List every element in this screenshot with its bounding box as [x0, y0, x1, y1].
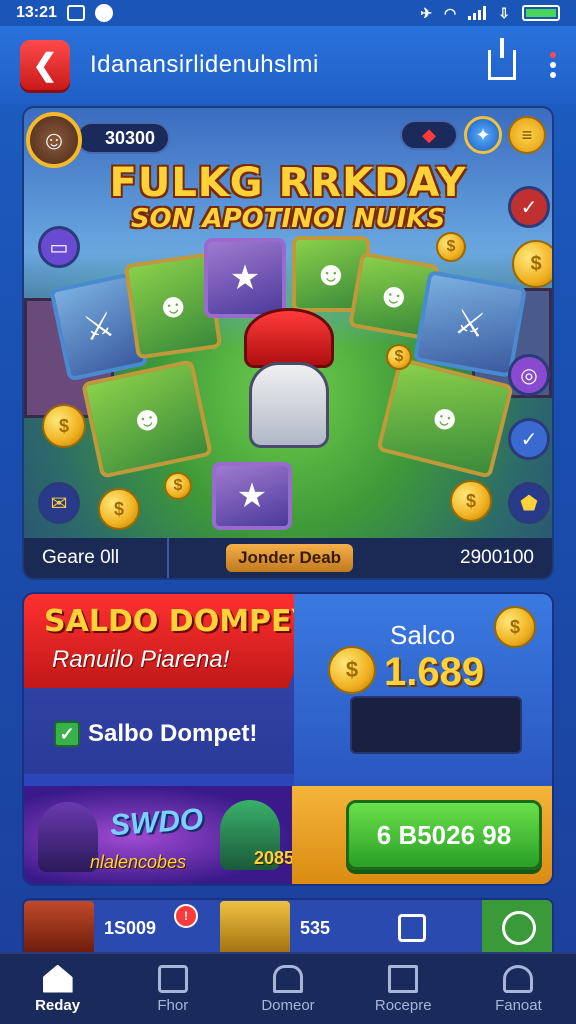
user-icon — [503, 964, 534, 993]
promo-tag: 2085 — [254, 848, 292, 868]
hero-subtitle: SON APOTINOI NUIKS — [130, 204, 446, 234]
saldo-label: Salco — [390, 620, 456, 650]
offer-item-1[interactable]: 1S009 ! — [24, 900, 210, 952]
airplane-icon: ✈ — [420, 4, 433, 21]
more-options-icon[interactable] — [550, 52, 556, 78]
nav-item-fhor[interactable]: Fhor — [115, 954, 230, 1024]
nav-label: Domeor — [261, 996, 315, 1014]
coin-icon: $ — [386, 344, 412, 370]
offer-item-4[interactable] — [482, 900, 552, 952]
offer-value: 535 — [300, 917, 331, 938]
map-icon — [388, 964, 419, 993]
house-icon — [273, 964, 303, 993]
saldo-ribbon-title: SALDO DOMPEY — [44, 604, 314, 639]
promo-character-left — [38, 802, 98, 872]
signal-icon — [468, 6, 487, 20]
coin-icon: $ — [436, 232, 466, 262]
coin-icon: $ — [328, 646, 376, 694]
chevron-left-icon: ❮ — [32, 48, 58, 82]
saldo-checkbox-row[interactable]: ✓ Salbo Dompet! — [54, 720, 257, 748]
coin-icon: $ — [512, 240, 552, 288]
hero-footer: Geare 0ll Jonder Deab 2900100 — [24, 538, 552, 578]
wifi-icon: ◠ — [444, 4, 457, 21]
hero-footer-button[interactable]: Jonder Deab — [226, 544, 354, 572]
hero-title: FULKG RRKDAY — [109, 160, 467, 206]
status-time: 13:21 — [16, 4, 57, 21]
reward-icon[interactable]: ✓ — [508, 186, 550, 228]
saldo-balance-box: $ $ Salco 1.689 — [294, 594, 552, 786]
offer-thumbnail — [220, 901, 290, 952]
checkmark-icon: ✓ — [54, 721, 80, 747]
back-button[interactable]: ❮ — [20, 40, 70, 90]
menu-icon: ≡ — [521, 124, 533, 145]
nav-item-fanoat[interactable]: Fanoat — [461, 954, 576, 1024]
boost-icon: ✦ — [475, 124, 491, 145]
shield-icon[interactable]: ⬟ — [508, 482, 550, 524]
nav-label: Fanoat — [495, 996, 542, 1014]
battery-icon — [522, 5, 560, 21]
nav-item-rocepre[interactable]: Rocepre — [346, 954, 461, 1024]
offer-value: 1S009 — [104, 917, 157, 938]
score-pill: 30300 — [76, 122, 170, 154]
avatar-icon: ☺ — [40, 124, 68, 155]
camera-icon — [157, 964, 188, 993]
coin-icon: $ — [450, 480, 492, 522]
footer-divider — [167, 538, 169, 578]
nav-label: Reday — [35, 996, 81, 1014]
saldo-panel: ✓ Salbo Dompet! SALDO DOMPEY Ranuilo Pia… — [22, 592, 554, 886]
gallery-icon — [66, 5, 85, 21]
coin-icon: $ — [494, 606, 536, 648]
app-header: ❮ Idanansirlidenuhslmi — [0, 26, 576, 104]
cta-button[interactable]: 6 B5026 98 — [346, 800, 542, 870]
offers-strip: 1S009 ! 535 — [22, 898, 554, 954]
hero-character — [234, 308, 344, 458]
promo-title: SWDO — [108, 802, 205, 843]
saldo-ribbon-subtitle: Ranuilo Piarena! — [52, 646, 230, 673]
character-card: ★ — [204, 238, 286, 318]
saldo-amount-input[interactable] — [350, 696, 522, 754]
download-icon: ⇩ — [498, 4, 510, 21]
saldo-check-label: Salbo Dompet! — [88, 720, 258, 747]
nav-label: Rocepre — [374, 996, 432, 1014]
timer-icon — [502, 911, 536, 945]
saldo-value: 1.689 — [384, 650, 485, 694]
coin-icon: $ — [98, 488, 140, 530]
hero-banner[interactable]: 30300 ☺ ◆ ✦ ≡ FULKG RRKDAY SON APOTINOI … — [22, 106, 554, 580]
offer-thumbnail — [24, 901, 94, 952]
offer-item-3[interactable] — [384, 900, 494, 952]
home-icon — [42, 964, 73, 993]
offer-item-2[interactable]: 535 — [220, 900, 370, 952]
check-badge-icon[interactable]: ✓ — [508, 418, 550, 460]
promo-banner[interactable]: SWDO nlalencobes 2085 — [24, 786, 292, 884]
boost-button[interactable]: ✦ — [464, 116, 502, 154]
nav-label: Fhor — [157, 996, 189, 1014]
hero-footer-left: Geare 0ll — [42, 547, 120, 568]
menu-button[interactable]: ≡ — [508, 116, 546, 154]
shop-icon[interactable]: ▭ — [38, 226, 80, 268]
gem-counter[interactable]: ◆ — [400, 120, 458, 150]
ruby-icon: ◆ — [422, 124, 436, 145]
status-bar: 13:21 ✈ ◠ ⇩ — [0, 0, 576, 26]
character-card: ★ — [212, 462, 292, 530]
page-title: Idanansirlidenuhslmi — [90, 51, 319, 78]
coin-icon: $ — [164, 472, 192, 500]
calendar-icon — [398, 914, 426, 942]
share-icon[interactable] — [488, 38, 516, 80]
saldo-ribbon: SALDO DOMPEY Ranuilo Piarena! — [24, 594, 324, 688]
coin-icon: $ — [42, 404, 86, 448]
target-icon[interactable]: ◎ — [508, 354, 550, 396]
score-value: 30300 — [104, 127, 156, 148]
notification-badge: ! — [174, 904, 198, 928]
gift-icon[interactable]: ✉ — [38, 482, 80, 524]
bottom-nav: Reday Fhor Domeor Rocepre Fanoat — [0, 952, 576, 1024]
nav-item-domeor[interactable]: Domeor — [230, 954, 345, 1024]
character-card: ⚔ — [412, 270, 528, 378]
cta-area: 6 B5026 98 — [292, 786, 552, 884]
promo-subtitle: nlalencobes — [90, 852, 187, 872]
settings-status-icon — [94, 4, 113, 22]
nav-item-reday[interactable]: Reday — [0, 954, 115, 1024]
hero-footer-right: 2900100 — [460, 547, 534, 568]
